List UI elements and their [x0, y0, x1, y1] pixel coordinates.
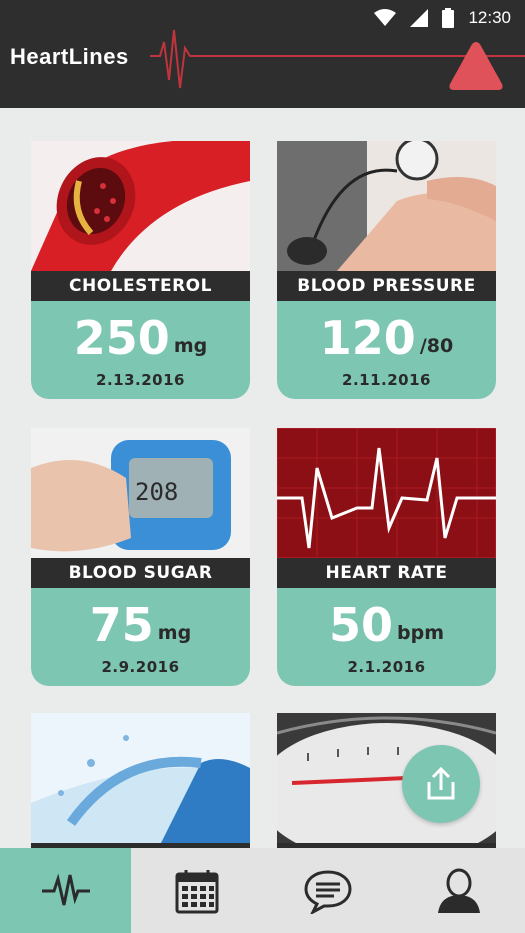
- nav-profile[interactable]: [394, 848, 525, 933]
- card-value: 120: [319, 311, 416, 365]
- chat-icon: [304, 869, 352, 914]
- share-icon: [427, 766, 455, 800]
- calendar-icon: [175, 869, 219, 913]
- water-bottle-photo: [31, 713, 250, 843]
- share-button[interactable]: [402, 745, 480, 823]
- bottom-navigation: [0, 848, 525, 933]
- wifi-icon: [374, 9, 397, 26]
- card-value: 50: [328, 598, 393, 652]
- card-date: 2.9.2016: [101, 658, 180, 676]
- svg-text:208: 208: [135, 478, 178, 506]
- app-brand: HeartLines: [10, 44, 129, 69]
- card-unit: /80: [419, 335, 454, 357]
- card-unit: mg: [173, 335, 208, 357]
- card-label: BLOOD SUGAR: [31, 558, 250, 588]
- card-value: 75: [89, 598, 154, 652]
- artery-photo: [31, 141, 250, 271]
- card-unit: bpm: [397, 622, 444, 644]
- status-time: 12:30: [468, 8, 511, 27]
- nav-heartbeat[interactable]: [0, 848, 132, 933]
- card-label: HEART RATE: [277, 558, 496, 588]
- warning-triangle-icon[interactable]: [448, 40, 504, 92]
- card-label: CHOLESTEROL: [31, 271, 250, 301]
- card-label: BLOOD PRESSURE: [277, 271, 496, 301]
- card-unit: mg: [157, 622, 192, 644]
- card-date: 2.11.2016: [342, 371, 431, 389]
- app-header: 12:30 HeartLines: [0, 0, 525, 108]
- card-value-box: 250 mg 2.13.2016: [31, 301, 250, 399]
- card-value: 250: [73, 311, 170, 365]
- blood-pressure-cuff-photo: [277, 141, 496, 271]
- nav-messages[interactable]: [263, 848, 394, 933]
- battery-icon: [442, 8, 455, 28]
- card-value-box: 50 bpm 2.1.2016: [277, 588, 496, 686]
- card-date: 2.1.2016: [347, 658, 426, 676]
- ekg-photo: [277, 428, 496, 558]
- profile-icon: [438, 868, 481, 913]
- nav-calendar[interactable]: [131, 848, 262, 933]
- metrics-grid: CHOLESTEROL 250 mg 2.13.2016 BLOOD PRESS…: [0, 108, 525, 848]
- card-value-box: 75 mg 2.9.2016: [31, 588, 250, 686]
- card-date: 2.13.2016: [96, 371, 185, 389]
- card-value-box: 120 /80 2.11.2016: [277, 301, 496, 399]
- glucose-meter-photo: 208: [31, 428, 250, 558]
- heartbeat-icon: [41, 872, 90, 905]
- signal-icon: [410, 9, 429, 27]
- status-bar: 12:30: [374, 6, 511, 30]
